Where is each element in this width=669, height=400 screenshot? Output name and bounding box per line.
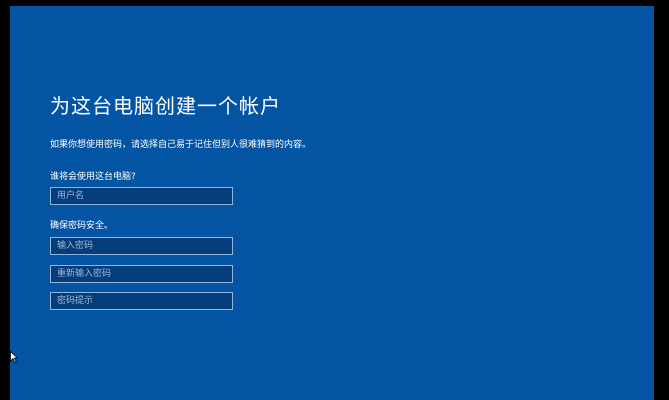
mouse-cursor-icon bbox=[10, 351, 18, 363]
password-hint-input[interactable] bbox=[50, 292, 233, 310]
security-label: 确保密码安全。 bbox=[50, 221, 114, 231]
instructions-text: 如果你想使用密码，请选择自己易于记住但别人很难猜到的内容。 bbox=[50, 140, 312, 150]
screen-edge bbox=[654, 6, 669, 400]
reenter-password-input[interactable] bbox=[50, 265, 233, 283]
account-setup-panel: 为这台电脑创建一个帐户 如果你想使用密码，请选择自己易于记住但别人很难猜到的内容… bbox=[10, 6, 654, 400]
password-input[interactable] bbox=[50, 237, 233, 255]
page-title: 为这台电脑创建一个帐户 bbox=[50, 94, 281, 118]
who-label: 谁将会使用这台电脑? bbox=[50, 172, 136, 182]
username-input[interactable] bbox=[50, 187, 233, 205]
screen: 为这台电脑创建一个帐户 如果你想使用密码，请选择自己易于记住但别人很难猜到的内容… bbox=[0, 0, 669, 400]
